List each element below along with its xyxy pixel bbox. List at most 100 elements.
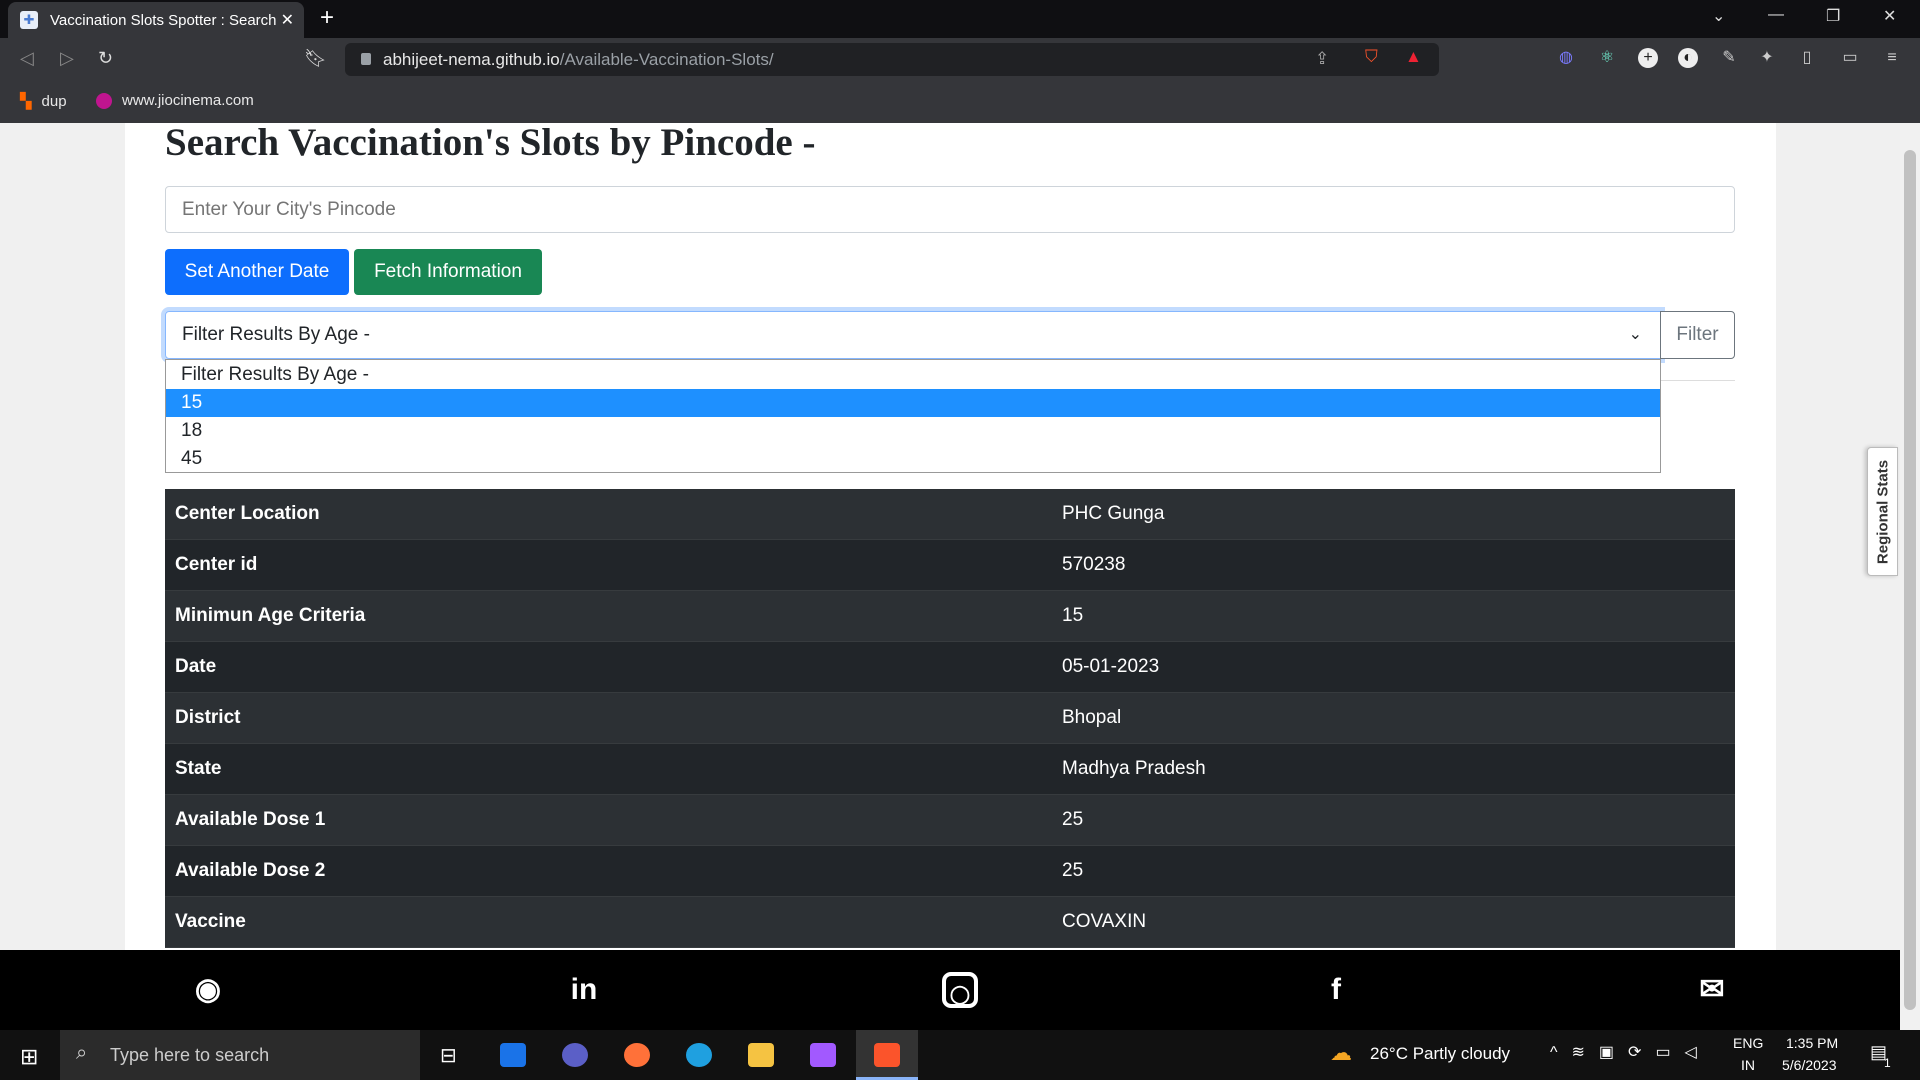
bookmark-dup[interactable]: ▚ dup [20, 92, 67, 111]
github-icon[interactable]: ◉ [190, 972, 226, 1008]
table-row: District Bhopal [165, 693, 1735, 744]
react-devtools-icon[interactable]: ⚛ [1597, 48, 1617, 68]
main-content: Search Vaccination's Slots by Pincode - … [125, 123, 1776, 950]
row-value: PHC Gunga [1062, 503, 1165, 524]
pincode-input[interactable] [165, 186, 1735, 233]
extension-icon[interactable]: ◐ [1678, 48, 1698, 68]
lock-icon [361, 53, 371, 65]
close-tab-icon[interactable]: ✕ [281, 10, 294, 30]
search-icon: ⌕ [76, 1042, 88, 1064]
minimize-button[interactable]: — [1768, 6, 1784, 24]
age-option[interactable]: 45 [166, 445, 1660, 473]
table-row: Available Dose 2 25 [165, 846, 1735, 897]
tab-title: Vaccination Slots Spotter : Search [50, 11, 277, 29]
sidebar-icon[interactable]: ▯ [1797, 48, 1817, 68]
page-title: Search Vaccination's Slots by Pincode - [165, 123, 816, 164]
weather-icon: ☁ [1330, 1040, 1352, 1065]
row-label: State [175, 758, 222, 779]
brave-rewards-icon[interactable]: ▲ [1405, 47, 1422, 67]
new-tab-button[interactable]: + [320, 4, 334, 32]
results-table: Center Location PHC Gunga Center id 570238 M… [165, 489, 1735, 948]
table-row: Vaccine COVAXIN [165, 897, 1735, 948]
file-explorer-icon[interactable] [748, 1043, 774, 1067]
bookmark-label: dup [41, 92, 67, 110]
filter-button[interactable]: Filter [1660, 311, 1735, 359]
brave-shield-icon[interactable]: ⛉ [1365, 47, 1378, 67]
language-indicator[interactable]: ENG [1733, 1035, 1763, 1051]
tab-search-icon[interactable]: ⌄ [1712, 6, 1725, 26]
age-option-highlighted[interactable]: 15 [166, 389, 1660, 417]
url-host: abhijeet-nema.github.io [383, 49, 560, 69]
row-label: Available Dose 1 [175, 809, 326, 830]
row-value: Bhopal [1062, 707, 1122, 728]
instagram-icon[interactable]: ◯ [942, 972, 978, 1008]
table-row: Minimun Age Criteria 15 [165, 591, 1735, 642]
restore-button[interactable]: ❐ [1826, 6, 1840, 26]
linkedin-icon[interactable]: in [566, 972, 602, 1008]
fetch-information-button[interactable]: Fetch Information [354, 249, 542, 295]
taskbar-search[interactable]: ⌕ Type here to search [60, 1030, 420, 1080]
clock-time[interactable]: 1:35 PM [1786, 1035, 1838, 1051]
address-bar[interactable]: abhijeet-nema.github.io/Available-Vaccin… [345, 43, 1439, 76]
browser-tab[interactable]: ✚ Vaccination Slots Spotter : Search ✕ [8, 2, 304, 38]
mail-icon[interactable]: ✉ [1692, 972, 1732, 1008]
age-filter-dropdown: Filter Results By Age - 15 18 45 [165, 359, 1661, 473]
age-option[interactable]: 18 [166, 417, 1660, 445]
windows-taskbar: ⊞ ⌕ Type here to search ⊟ ☁ 26°C Partly … [0, 1030, 1920, 1080]
bookmark-label: www.jiocinema.com [122, 92, 254, 109]
browser-toolbar: ◁ ▷ ↻ 🔖︎ abhijeet-nema.github.io/Availab… [0, 38, 1920, 81]
app-icon[interactable] [562, 1043, 588, 1067]
windows-start-icon[interactable]: ⊞ [20, 1044, 38, 1070]
row-label: Minimun Age Criteria [175, 605, 366, 626]
row-label: Center id [175, 554, 258, 575]
row-value: 25 [1062, 860, 1084, 881]
bookmarks-bar: ▚ dup www.jiocinema.com [0, 81, 1920, 123]
dup-icon: ▚ [20, 93, 32, 110]
add-extension-icon[interactable]: + [1638, 48, 1658, 68]
brave-taskbar-button[interactable] [856, 1030, 918, 1080]
scrollbar-thumb[interactable] [1904, 150, 1916, 1010]
mail-app-icon[interactable] [500, 1043, 526, 1067]
task-view-icon[interactable]: ⊟ [440, 1043, 466, 1067]
share-icon[interactable]: ⇪ [1315, 49, 1329, 69]
bookmark-jiocinema[interactable]: www.jiocinema.com [96, 92, 254, 109]
notification-count: 1 [1884, 1056, 1891, 1070]
forward-icon[interactable]: ▷ [60, 48, 74, 69]
row-value: 15 [1062, 605, 1084, 626]
edge-icon[interactable] [686, 1043, 712, 1067]
back-icon[interactable]: ◁ [20, 48, 34, 69]
age-filter-value: Filter Results By Age - [182, 324, 370, 345]
weather-text[interactable]: 26°C Partly cloudy [1370, 1044, 1510, 1064]
chevron-down-icon: ⌄ [1628, 326, 1642, 343]
facebook-icon[interactable]: f [1318, 972, 1354, 1008]
firefox-icon[interactable] [624, 1043, 650, 1067]
close-window-button[interactable]: ✕ [1883, 6, 1896, 26]
clock-date[interactable]: 5/6/2023 [1782, 1057, 1837, 1073]
row-value: 570238 [1062, 554, 1126, 575]
reload-icon[interactable]: ↻ [98, 48, 113, 69]
menu-icon[interactable]: ≡ [1882, 48, 1902, 68]
regional-stats-label: Regional Stats [1874, 459, 1891, 564]
row-label: Date [175, 656, 217, 677]
pen-extension-icon[interactable]: ✎ [1719, 48, 1739, 68]
bookmark-icon[interactable]: 🔖︎ [304, 48, 327, 69]
figma-icon[interactable] [810, 1043, 836, 1067]
row-value: COVAXIN [1062, 911, 1147, 932]
table-row: Center Location PHC Gunga [165, 489, 1735, 540]
row-label: Available Dose 2 [175, 860, 326, 881]
search-placeholder: Type here to search [110, 1044, 270, 1065]
table-row: Center id 570238 [165, 540, 1735, 591]
table-row: Date 05-01-2023 [165, 642, 1735, 693]
region-indicator[interactable]: IN [1741, 1057, 1755, 1073]
system-tray-icons[interactable]: ^≋▣⟳▭◁ [1550, 1042, 1711, 1062]
regional-stats-tab[interactable]: Regional Stats [1867, 447, 1898, 576]
extensions-puzzle-icon[interactable]: ✦ [1757, 48, 1777, 68]
row-label: Vaccine [175, 911, 246, 932]
set-another-date-button[interactable]: Set Another Date [165, 249, 349, 295]
extension-icon[interactable]: ◍ [1556, 48, 1576, 68]
age-option[interactable]: Filter Results By Age - [166, 361, 1660, 389]
browser-tab-bar: ✚ Vaccination Slots Spotter : Search ✕ +… [0, 0, 1920, 38]
wallet-icon[interactable]: ▭ [1840, 48, 1860, 68]
favicon-icon: ✚ [20, 11, 38, 29]
age-filter-select[interactable]: Filter Results By Age - ⌄ [165, 311, 1661, 359]
